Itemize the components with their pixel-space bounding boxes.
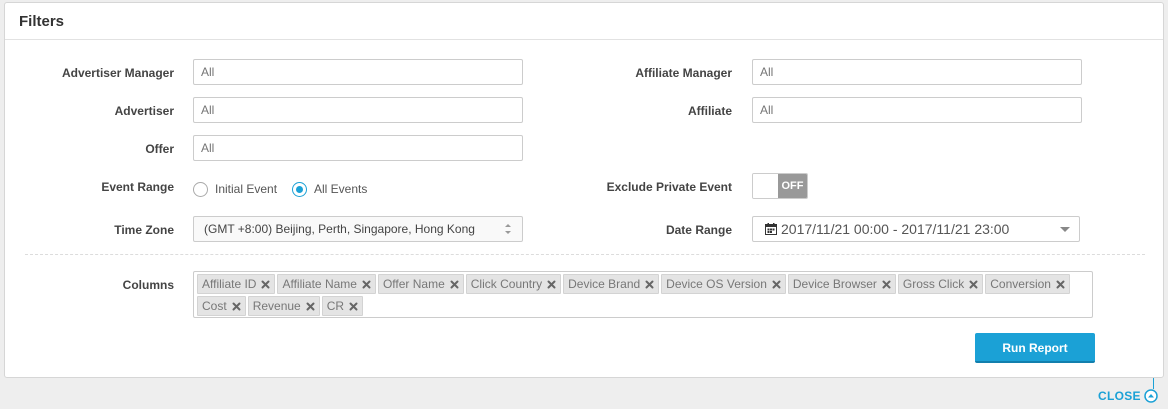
remove-tag-icon[interactable] xyxy=(969,280,978,289)
column-tag-label: Device OS Version xyxy=(666,277,767,291)
divider xyxy=(25,254,1145,255)
columns-tag-input[interactable]: Affiliate ID Affiliate Name Offer Name Clic… xyxy=(193,271,1093,318)
column-tag: Device Brand xyxy=(563,274,660,294)
column-tag-label: CR xyxy=(326,299,345,313)
exclude-private-event-label: Exclude Private Event xyxy=(606,180,732,194)
column-tag-label: Gross Click xyxy=(902,277,965,291)
column-tag: Conversion xyxy=(985,274,1070,294)
time-zone-value: (GMT +8:00) Beijing, Perth, Singapore, H… xyxy=(204,222,475,236)
column-tag-label: Device Brand xyxy=(568,277,641,291)
remove-tag-icon[interactable] xyxy=(1056,280,1065,289)
column-tag: Revenue xyxy=(247,296,320,316)
event-range-label: Event Range xyxy=(101,180,174,194)
affiliate-manager-input[interactable] xyxy=(752,59,1082,85)
column-tag-label: Revenue xyxy=(252,299,301,313)
close-link[interactable]: CLOSE xyxy=(1098,389,1158,403)
radio-initial-event-label: Initial Event xyxy=(215,182,278,196)
affiliate-manager-label: Affiliate Manager xyxy=(635,66,732,80)
remove-tag-icon[interactable] xyxy=(450,280,459,289)
remove-tag-icon[interactable] xyxy=(547,280,556,289)
column-tag-label: Affiliate ID xyxy=(202,277,257,291)
column-tag-label: Affiliate Name xyxy=(282,277,357,291)
column-tag-label: Offer Name xyxy=(382,277,445,291)
column-tag: Cost xyxy=(197,296,246,316)
date-range-label: Date Range xyxy=(665,223,732,237)
date-range-value: 2017/11/21 00:00 - 2017/11/21 23:00 xyxy=(781,221,1010,237)
select-arrows-icon xyxy=(505,224,511,234)
filters-panel: Filters Advertiser Manager Advertiser Of… xyxy=(4,2,1164,378)
column-tag: Click Country xyxy=(465,274,562,294)
close-connector-line xyxy=(1153,378,1154,389)
chevron-down-icon xyxy=(1060,227,1070,232)
column-tag: Affiliate Name xyxy=(277,274,376,294)
advertiser-manager-input[interactable] xyxy=(193,59,523,85)
column-tag: Affiliate ID xyxy=(197,274,276,294)
column-tag-label: Click Country xyxy=(470,277,543,291)
chevron-up-circle-icon xyxy=(1144,389,1158,403)
remove-tag-icon[interactable] xyxy=(232,302,241,311)
advertiser-manager-label: Advertiser Manager xyxy=(61,66,174,80)
remove-tag-icon[interactable] xyxy=(349,302,358,311)
column-tag-label: Conversion xyxy=(990,277,1051,291)
remove-tag-icon[interactable] xyxy=(772,280,781,289)
panel-title: Filters xyxy=(19,13,65,30)
time-zone-label: Time Zone xyxy=(114,223,174,237)
remove-tag-icon[interactable] xyxy=(645,280,654,289)
column-tag: CR xyxy=(321,296,364,316)
offer-input[interactable] xyxy=(193,135,523,161)
close-label: CLOSE xyxy=(1098,389,1141,403)
affiliate-label: Affiliate xyxy=(687,104,732,118)
column-tag-label: Device Browser xyxy=(792,277,877,291)
offer-label: Offer xyxy=(145,142,174,156)
date-range-picker[interactable]: 2017/11/21 00:00 - 2017/11/21 23:00 xyxy=(752,216,1080,242)
radio-checked-icon xyxy=(292,181,307,197)
remove-tag-icon[interactable] xyxy=(362,280,371,289)
radio-initial-event[interactable]: Initial Event xyxy=(193,179,277,199)
radio-all-events-label: All Events xyxy=(314,182,368,196)
toggle-knob xyxy=(753,174,779,198)
time-zone-select[interactable]: (GMT +8:00) Beijing, Perth, Singapore, H… xyxy=(193,216,523,242)
affiliate-input[interactable] xyxy=(752,97,1082,123)
advertiser-label: Advertiser xyxy=(114,104,174,118)
column-tag: Device Browser xyxy=(787,274,896,294)
remove-tag-icon[interactable] xyxy=(261,280,270,289)
panel-header: Filters xyxy=(5,3,1163,40)
exclude-private-event-toggle[interactable]: OFF xyxy=(752,173,808,199)
calendar-icon xyxy=(765,223,777,235)
radio-unchecked-icon xyxy=(193,181,208,197)
toggle-state: OFF xyxy=(778,174,807,198)
column-tag: Gross Click xyxy=(897,274,984,294)
run-report-button[interactable]: Run Report xyxy=(975,333,1095,363)
remove-tag-icon[interactable] xyxy=(882,280,891,289)
column-tag: Offer Name xyxy=(377,274,464,294)
radio-all-events[interactable]: All Events xyxy=(292,179,367,199)
advertiser-input[interactable] xyxy=(193,97,523,123)
columns-tags: Affiliate ID Affiliate Name Offer Name Clic… xyxy=(197,274,1089,316)
column-tag-label: Cost xyxy=(202,299,227,313)
remove-tag-icon[interactable] xyxy=(306,302,315,311)
columns-label: Columns xyxy=(122,278,174,292)
column-tag: Device OS Version xyxy=(661,274,786,294)
